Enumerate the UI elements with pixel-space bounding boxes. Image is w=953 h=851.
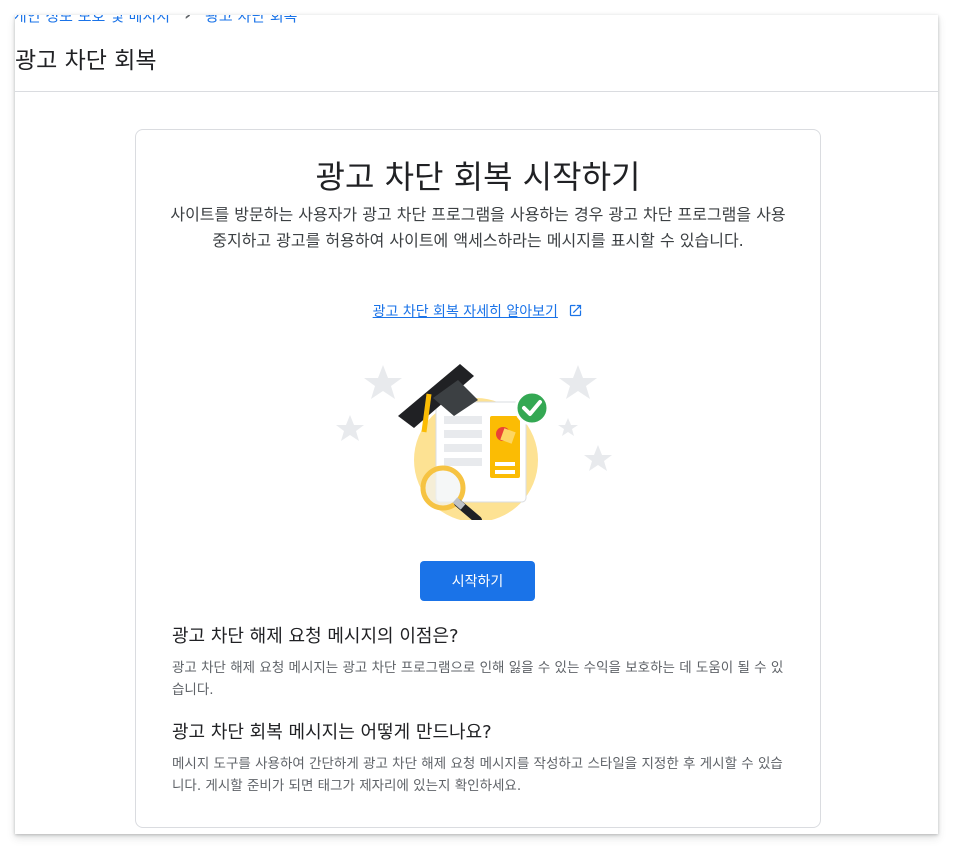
star-icon [336, 415, 364, 441]
start-button[interactable]: 시작하기 [420, 561, 535, 601]
faq-answer-benefits: 광고 차단 해제 요청 메시지는 광고 차단 프로그램으로 인해 잃을 수 있는… [172, 660, 784, 698]
star-icon [559, 365, 597, 399]
breadcrumb-parent-link[interactable]: 개인 정보 보호 및 메시지 [15, 15, 170, 26]
star-icon [364, 365, 402, 399]
star-icon [584, 445, 612, 471]
header-divider [15, 91, 938, 92]
learn-more-row: 광고 차단 회복 자세히 알아보기 [136, 301, 820, 321]
page-title: 광고 차단 회복 [15, 48, 157, 74]
page-container: 개인 정보 보호 및 메시지 › 광고 차단 회복 광고 차단 회복 광고 차단… [15, 15, 938, 834]
card-description: 사이트를 방문하는 사용자가 광고 차단 프로그램을 사용하는 경우 광고 차단… [170, 205, 786, 250]
star-icon [558, 418, 578, 436]
open-in-new-icon[interactable] [568, 303, 583, 318]
faq-answer-how-to: 메시지 도구를 사용하여 간단하게 광고 차단 해제 요청 메시지를 작성하고 … [172, 756, 783, 794]
card-title: 광고 차단 회복 시작하기 [315, 158, 641, 196]
breadcrumb-current[interactable]: 광고 차단 회복 [205, 15, 297, 26]
chevron-right-icon: › [184, 15, 192, 25]
graduation-illustration [336, 364, 612, 520]
learn-more-link[interactable]: 광고 차단 회복 자세히 알아보기 [373, 304, 558, 320]
intro-card: 광고 차단 회복 시작하기 사이트를 방문하는 사용자가 광고 차단 프로그램을… [135, 129, 821, 828]
faq-question-how-to: 광고 차단 회복 메시지는 어떻게 만드나요? [172, 722, 492, 743]
breadcrumb: 개인 정보 보호 및 메시지 › 광고 차단 회복 [15, 15, 297, 27]
faq-question-benefits: 광고 차단 해제 요청 메시지의 이점은? [172, 626, 459, 647]
check-circle-icon [514, 390, 550, 426]
